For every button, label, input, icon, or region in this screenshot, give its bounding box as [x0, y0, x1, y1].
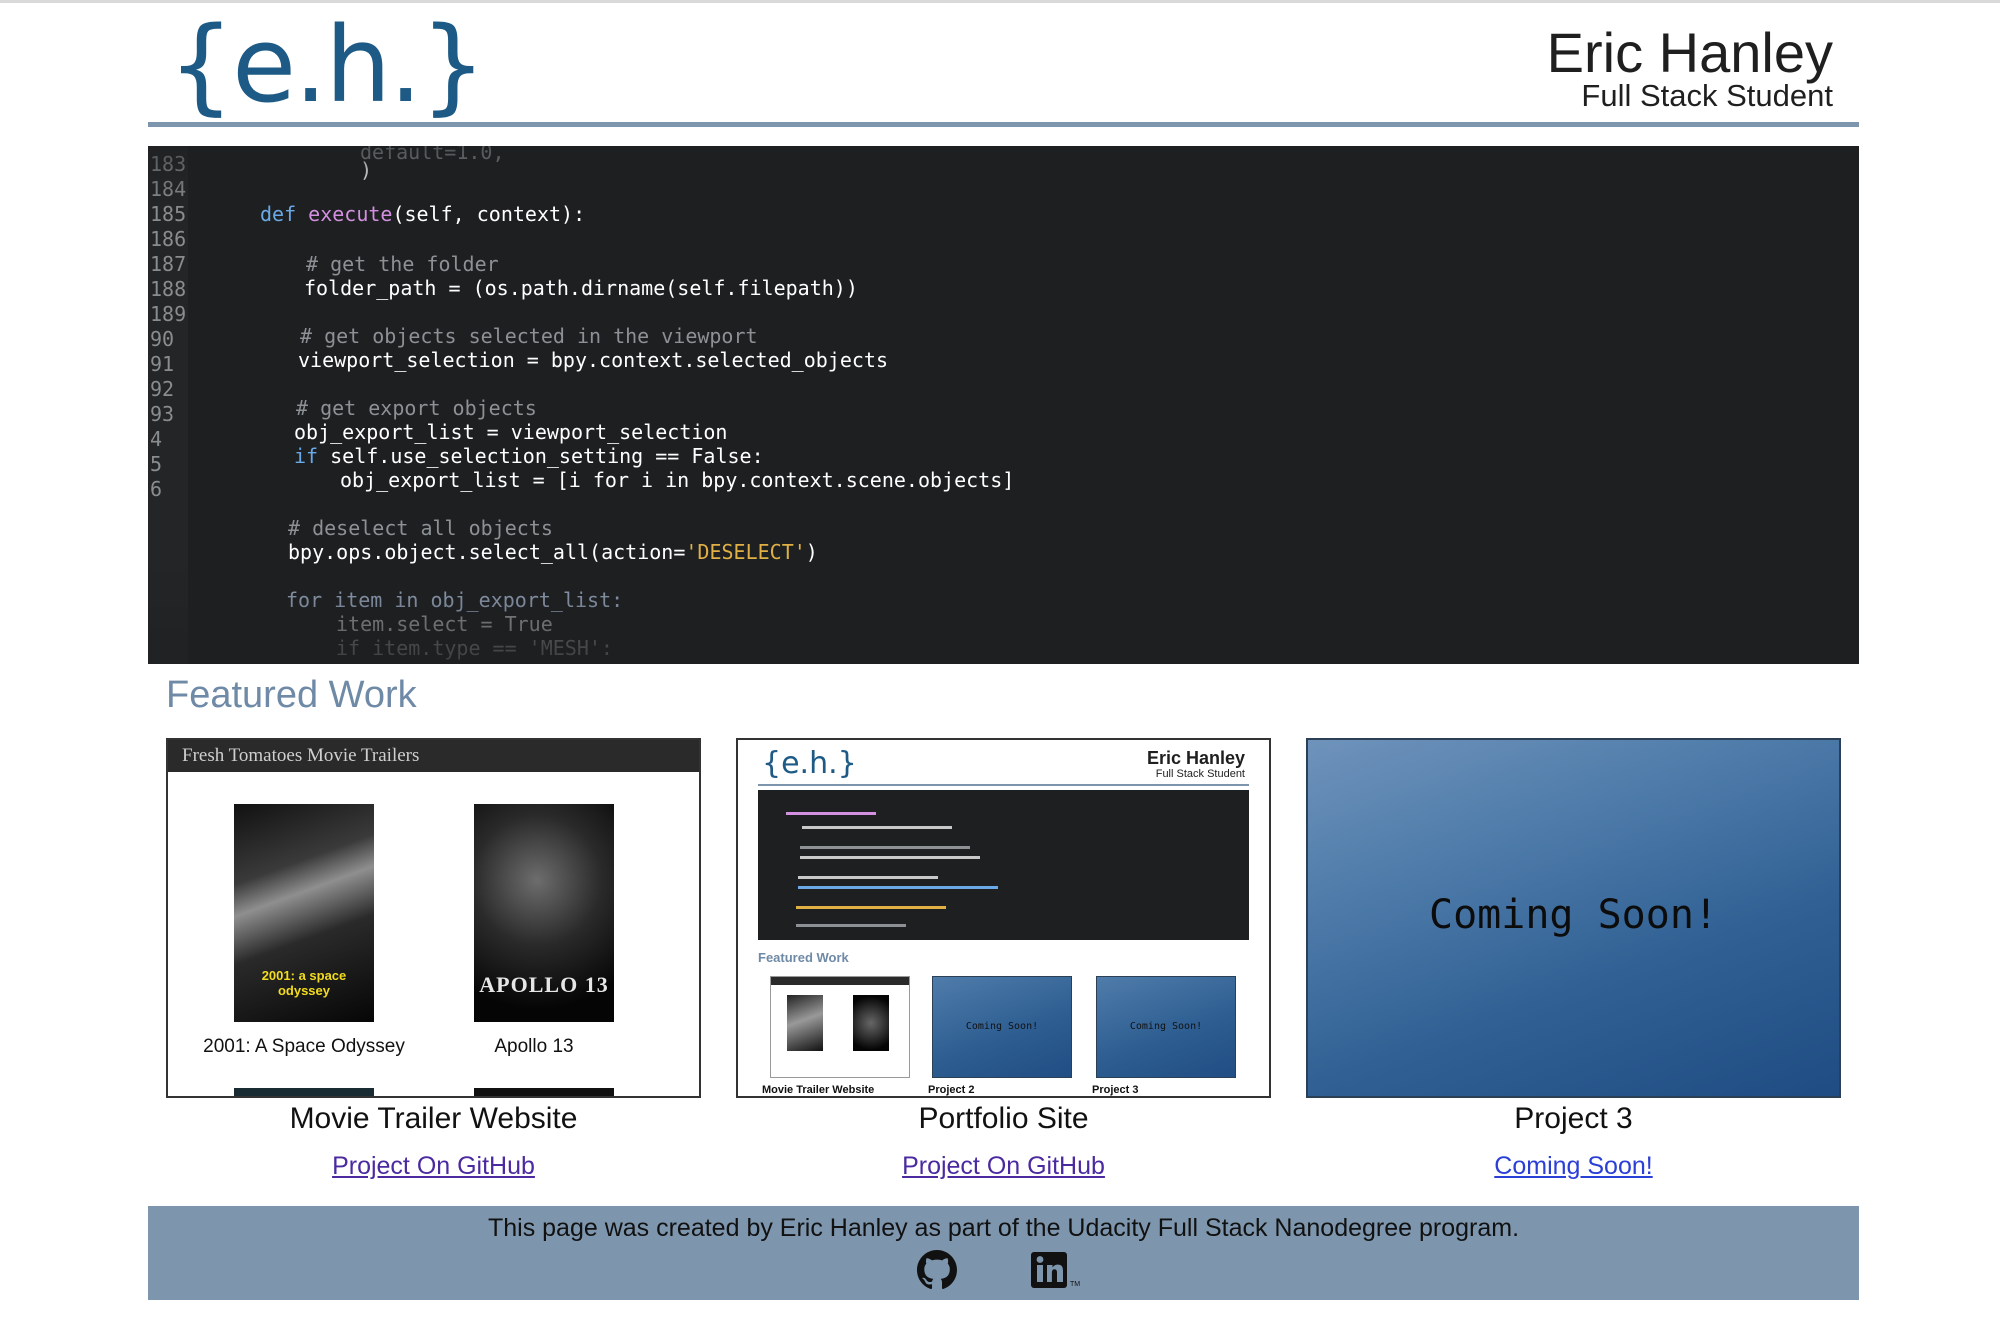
project-title: Project 3	[1514, 1102, 1633, 1135]
project-title: Movie Trailer Website	[289, 1102, 578, 1135]
code-comment: # get export objects	[296, 396, 537, 420]
line-number: 93	[150, 402, 175, 426]
author-subtitle: Full Stack Student	[1581, 78, 1833, 113]
movie-poster-2001: 2001: a space odyssey	[234, 804, 374, 1022]
code-line: viewport_selection = bpy.context.selecte…	[298, 348, 889, 372]
preview-card-label: Movie Trailer Website	[762, 1084, 875, 1096]
footer-credit: This page was created by Eric Hanley as …	[487, 1214, 1520, 1242]
line-number: 186	[150, 227, 187, 251]
code-line: def execute(self, context):	[260, 202, 585, 226]
code-text: self.use_selection_setting == False:	[330, 444, 764, 468]
preview-card-header	[771, 977, 909, 985]
line-number: 189	[150, 302, 187, 326]
code-comment: # get objects selected in the viewport	[300, 324, 758, 348]
code-line: for item in obj_export_list:	[286, 588, 624, 612]
header-divider	[148, 122, 1859, 127]
code-line	[800, 856, 980, 859]
preview-hero-code	[758, 790, 1249, 940]
github-icon[interactable]	[917, 1250, 957, 1290]
preview-author-name: Eric Hanley	[1146, 748, 1245, 768]
code-line: obj_export_list = viewport_selection	[294, 420, 728, 444]
code-line	[798, 876, 938, 879]
code-line	[796, 906, 946, 909]
poster-title: APOLLO 13	[479, 972, 609, 997]
preview-card-label: Project 2	[928, 1084, 975, 1096]
code-line: item.select = True	[336, 612, 553, 636]
line-number: 4	[150, 427, 163, 451]
movie-poster-apollo-13: APOLLO 13	[474, 804, 614, 1022]
hero-code-image: 183 184 185 186 187 188 189 90 91 92 93 …	[148, 146, 1859, 664]
preview-card-movie	[770, 976, 910, 1078]
movie-title: 2001: A Space Odyssey	[203, 1036, 405, 1057]
preview-card-project-3: Coming Soon!	[1096, 976, 1236, 1078]
author-name: Eric Hanley	[1546, 21, 1833, 84]
code-line: if item.type == 'MESH':	[336, 636, 613, 660]
line-number: 183	[150, 152, 187, 176]
movie-poster-cropped	[234, 1088, 374, 1096]
preview-card-project-2: Coming Soon!	[932, 976, 1072, 1078]
line-number: 90	[150, 327, 175, 351]
preview-card-label: Project 3	[1092, 1084, 1139, 1096]
line-number: 5	[150, 452, 163, 476]
preview-author-subtitle: Full Stack Student	[1155, 768, 1245, 780]
movie-poster-cropped	[474, 1088, 614, 1096]
top-border	[0, 0, 2000, 3]
line-number: 187	[150, 252, 187, 276]
preview-header: Fresh Tomatoes Movie Trailers	[168, 740, 699, 772]
code-string: 'DESELECT'	[685, 540, 806, 564]
line-number: 6	[150, 477, 163, 501]
preview-divider	[758, 784, 1249, 786]
coming-soon-link-project-3[interactable]: Coming Soon!	[1306, 1152, 1841, 1181]
code-line: if self.use_selection_setting == False:	[294, 444, 764, 468]
line-number: 92	[150, 377, 175, 401]
code-line	[796, 924, 906, 927]
preview-poster	[853, 995, 889, 1051]
code-line	[802, 826, 952, 829]
code-line: obj_export_list = [i for i in bpy.contex…	[340, 468, 1015, 492]
svg-text:TM: TM	[1070, 1281, 1080, 1288]
project-card-movie-trailer[interactable]: Fresh Tomatoes Movie Trailers 2001: a sp…	[166, 738, 701, 1098]
section-title-featured-work: Featured Work	[166, 674, 417, 716]
project-card-project-3[interactable]: Coming Soon!	[1306, 738, 1841, 1098]
preview-logo: {e.h.}	[762, 746, 857, 781]
poster-title: 2001: a space odyssey	[261, 968, 347, 998]
code-text: )	[805, 540, 818, 564]
code-comment: # deselect all objects	[288, 516, 553, 540]
code-line: bpy.ops.object.select_all(action='DESELE…	[288, 540, 818, 564]
preview-coming-soon: Coming Soon!	[965, 1021, 1039, 1032]
linkedin-icon[interactable]: TM	[1031, 1252, 1091, 1288]
code-line: folder_path = (os.path.dirname(self.file…	[304, 276, 858, 300]
line-number: 188	[150, 277, 187, 301]
code-line: )	[360, 158, 373, 182]
code-keyword: if	[294, 444, 319, 468]
project-card-portfolio-site[interactable]: {e.h.} Eric Hanley Full Stack Student Fe…	[736, 738, 1271, 1098]
code-comment: # get the folder	[306, 252, 499, 276]
site-footer: This page was created by Eric Hanley as …	[148, 1206, 1859, 1300]
preview-coming-soon: Coming Soon!	[1129, 1021, 1203, 1032]
code-line	[786, 812, 876, 815]
code-text: (self, context):	[392, 202, 586, 226]
coming-soon-text: Coming Soon!	[1429, 892, 1718, 938]
code-line: default=1.0,	[360, 146, 505, 164]
site-logo[interactable]: {e.h.}	[168, 8, 486, 123]
code-function: execute	[308, 202, 393, 226]
code-keyword: def	[260, 202, 297, 226]
github-link-portfolio-site[interactable]: Project On GitHub	[736, 1152, 1271, 1181]
preview-section-title: Featured Work	[758, 950, 849, 965]
project-title: Portfolio Site	[918, 1102, 1089, 1135]
line-number: 185	[150, 202, 187, 226]
preview-poster	[787, 995, 823, 1051]
code-text: bpy.ops.object.select_all(action=	[288, 540, 686, 564]
line-number: 91	[150, 352, 175, 376]
code-line	[800, 846, 970, 849]
movie-title: Apollo 13	[494, 1036, 574, 1057]
line-number: 184	[150, 177, 187, 201]
code-line	[798, 886, 998, 889]
github-link-movie-trailer[interactable]: Project On GitHub	[166, 1152, 701, 1181]
